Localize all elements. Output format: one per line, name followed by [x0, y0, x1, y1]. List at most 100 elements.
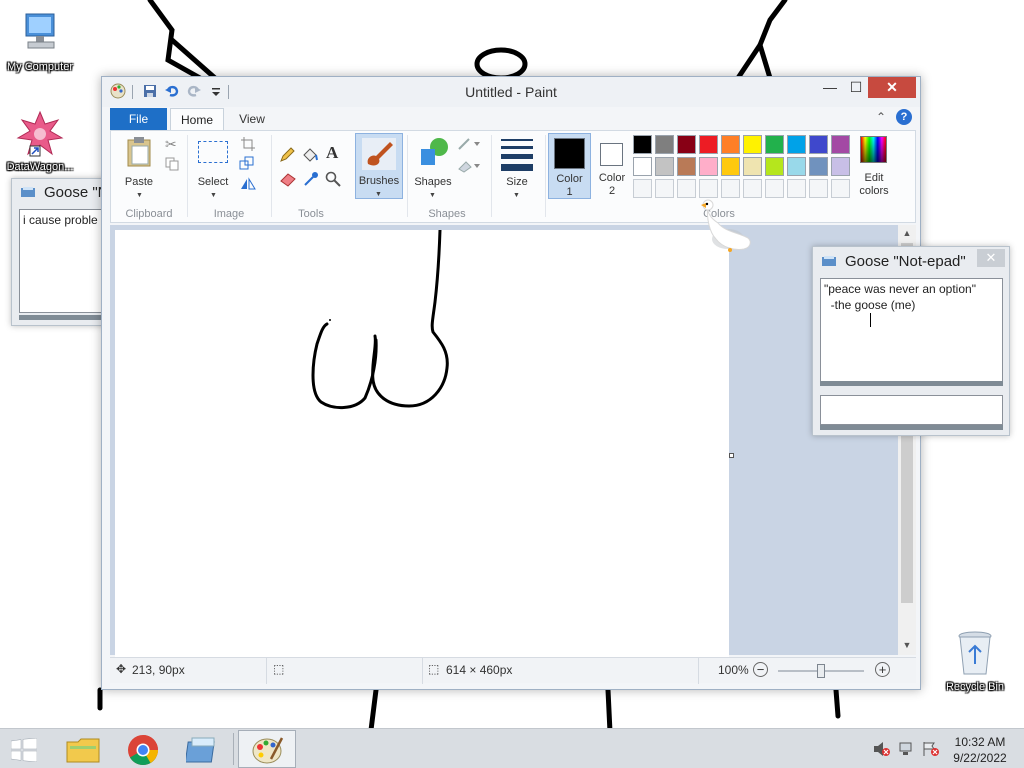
palette-swatch[interactable]: [677, 179, 696, 198]
shapes-button[interactable]: Shapes: [411, 176, 455, 188]
network-icon[interactable]: [898, 741, 916, 757]
drawing-canvas[interactable]: [115, 230, 729, 660]
zoom-in-icon[interactable]: +: [875, 662, 890, 677]
help-icon[interactable]: ?: [896, 109, 912, 125]
eraser-icon[interactable]: [279, 171, 297, 187]
desktop-icon-my-computer[interactable]: My Computer: [0, 10, 80, 73]
palette-swatch[interactable]: [809, 179, 828, 198]
color2-button[interactable]: Color 2: [591, 133, 633, 199]
speaker-muted-icon[interactable]: [873, 741, 891, 757]
pencil-icon[interactable]: [279, 147, 295, 163]
tab-view[interactable]: View: [228, 108, 276, 130]
palette-swatch[interactable]: [699, 157, 718, 176]
rotate-icon[interactable]: [239, 177, 259, 191]
goose-text-area-lower[interactable]: [820, 395, 1003, 425]
taskbar-clock[interactable]: 10:32 AM 9/22/2022: [944, 734, 1016, 766]
resize-icon[interactable]: [239, 156, 255, 170]
palette-swatch[interactable]: [633, 135, 652, 154]
palette-swatch[interactable]: [633, 179, 652, 198]
zoom-slider-thumb[interactable]: [817, 664, 825, 678]
tab-home[interactable]: Home: [170, 108, 224, 130]
scroll-up-arrow-icon[interactable]: ▲: [898, 225, 916, 241]
goose-window-titlebar[interactable]: Goose "N: [12, 179, 110, 205]
palette-swatch[interactable]: [721, 135, 740, 154]
group-separator: [545, 135, 546, 217]
palette-swatch[interactable]: [809, 157, 828, 176]
select-dropdown-chevron-icon[interactable]: ▼: [210, 192, 217, 199]
palette-swatch[interactable]: [721, 157, 740, 176]
palette-swatch[interactable]: [743, 135, 762, 154]
palette-swatch[interactable]: [787, 157, 806, 176]
shapes-dropdown-chevron-icon[interactable]: ▼: [429, 192, 436, 199]
taskbar-paint-active[interactable]: [238, 730, 296, 768]
desktop-icon-datawagon[interactable]: DataWagon...: [0, 110, 80, 173]
crop-icon[interactable]: [241, 137, 255, 151]
zoom-out-icon[interactable]: −: [753, 662, 768, 677]
desktop-icon-label: DataWagon...: [6, 161, 74, 173]
palette-swatch[interactable]: [655, 179, 674, 198]
goose-notepad-window-right[interactable]: Goose "Not-epad" ✕ "peace was never an o…: [812, 246, 1010, 436]
fill-icon[interactable]: [457, 159, 481, 173]
goose-text-area[interactable]: "peace was never an option" -the goose (…: [820, 278, 1003, 384]
text-tool-icon[interactable]: A: [326, 143, 338, 163]
paste-dropdown-chevron-icon[interactable]: ▼: [136, 192, 143, 199]
color1-button[interactable]: Color 1: [548, 133, 591, 199]
palette-swatch[interactable]: [787, 179, 806, 198]
goose-window-scrollbar: [820, 425, 1003, 430]
minimize-ribbon-chevron-icon[interactable]: ⌃: [876, 110, 886, 124]
cut-icon[interactable]: ✂: [165, 136, 177, 153]
goose-notepad-window-left[interactable]: Goose "N i cause proble: [11, 178, 112, 326]
size-button[interactable]: Size: [499, 176, 535, 188]
palette-swatch[interactable]: [787, 135, 806, 154]
minimize-button[interactable]: —: [816, 77, 844, 98]
palette-swatch[interactable]: [633, 157, 652, 176]
palette-swatch[interactable]: [699, 135, 718, 154]
palette-swatch[interactable]: [831, 135, 850, 154]
taskbar-file-explorer[interactable]: [54, 730, 112, 768]
fill-bucket-icon[interactable]: [301, 146, 319, 164]
scroll-down-arrow-icon[interactable]: ▼: [898, 637, 916, 653]
size-icon[interactable]: [501, 139, 533, 171]
palette-swatch[interactable]: [831, 179, 850, 198]
select-button[interactable]: Select: [193, 176, 233, 188]
goose-text-area[interactable]: i cause proble: [19, 209, 112, 313]
palette-swatch[interactable]: [765, 157, 784, 176]
palette-swatch[interactable]: [765, 179, 784, 198]
paint-window[interactable]: Untitled - Paint — ☐ ✕ File Home View ⌃ …: [101, 76, 921, 690]
size-dropdown-chevron-icon[interactable]: ▼: [513, 192, 520, 199]
select-icon[interactable]: [198, 141, 228, 163]
brushes-button[interactable]: Brushes ▼: [355, 133, 403, 199]
paste-button[interactable]: Paste: [119, 176, 159, 188]
tab-file[interactable]: File: [110, 108, 167, 130]
canvas-resize-handle-right[interactable]: [729, 453, 734, 458]
palette-swatch[interactable]: [831, 157, 850, 176]
color-picker-icon[interactable]: [303, 171, 319, 187]
paint-palette-icon: [252, 737, 284, 764]
maximize-button[interactable]: ☐: [842, 77, 870, 98]
goose-close-button[interactable]: ✕: [977, 249, 1005, 267]
palette-swatch[interactable]: [809, 135, 828, 154]
shapes-icon[interactable]: [417, 137, 451, 169]
action-center-flag-icon[interactable]: [922, 741, 940, 757]
desktop-icon-recycle-bin[interactable]: Recycle Bin: [935, 630, 1015, 693]
color-palette: [633, 133, 859, 201]
copy-icon[interactable]: [165, 157, 179, 171]
palette-swatch[interactable]: [677, 157, 696, 176]
computer-icon: [25, 13, 55, 49]
outline-icon[interactable]: [457, 137, 481, 151]
taskbar-notepad[interactable]: [174, 730, 232, 768]
magnifier-icon[interactable]: [325, 171, 341, 187]
start-button[interactable]: [0, 730, 48, 768]
taskbar-chrome[interactable]: [114, 730, 172, 768]
palette-swatch[interactable]: [677, 135, 696, 154]
selection-size-icon: ⬚: [273, 662, 285, 676]
palette-swatch[interactable]: [743, 157, 762, 176]
notepad-icon: [822, 256, 836, 266]
paste-icon[interactable]: [125, 135, 155, 169]
paint-titlebar[interactable]: Untitled - Paint — ☐ ✕: [102, 77, 920, 107]
close-button[interactable]: ✕: [868, 77, 916, 98]
palette-swatch[interactable]: [765, 135, 784, 154]
edit-colors-button[interactable]: Edit colors: [853, 135, 895, 199]
palette-swatch[interactable]: [655, 157, 674, 176]
palette-swatch[interactable]: [655, 135, 674, 154]
